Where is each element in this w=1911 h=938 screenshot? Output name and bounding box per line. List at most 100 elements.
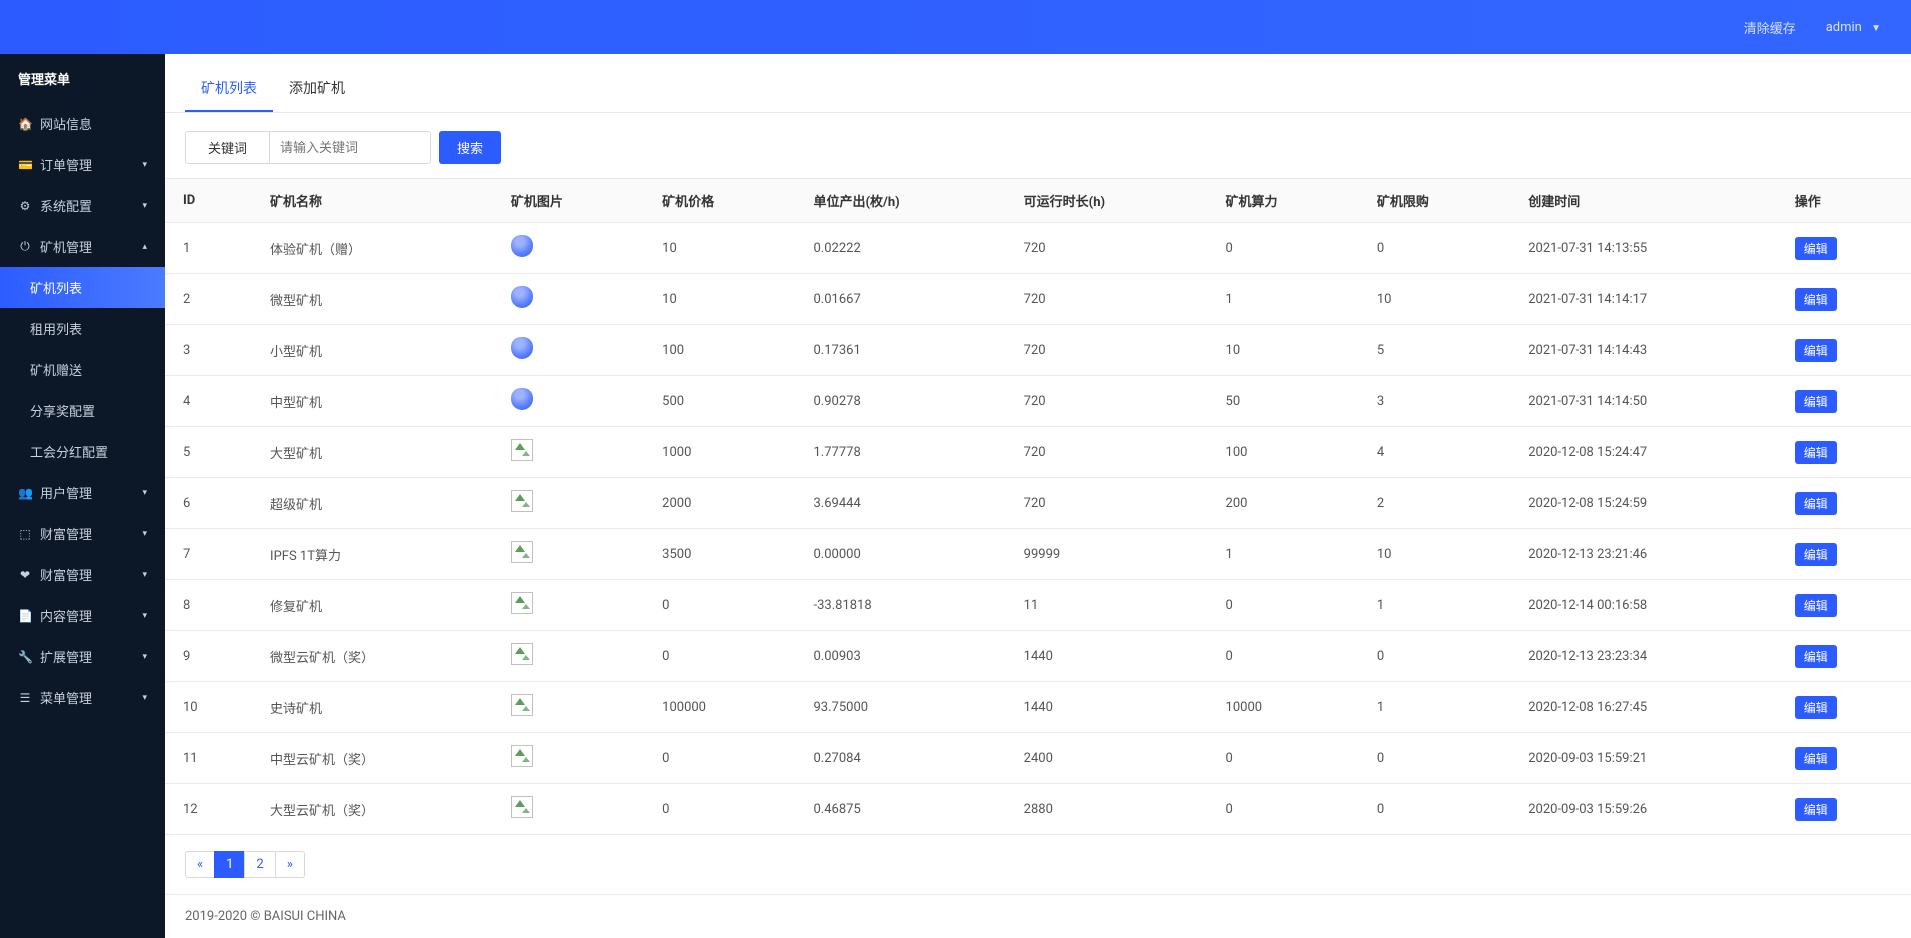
sidebar-item[interactable]: ☰菜单管理▾ <box>0 677 165 718</box>
chevron-icon: ▾ <box>142 570 147 580</box>
sidebar-item[interactable]: ⚙系统配置▾ <box>0 185 165 226</box>
sidebar-item-label: 财富管理 <box>40 524 92 543</box>
cell-output: 0.00903 <box>796 631 1006 682</box>
cell-action: 编辑 <box>1777 427 1911 478</box>
edit-button[interactable]: 编辑 <box>1795 543 1837 566</box>
sidebar-item[interactable]: 👥用户管理▾ <box>0 472 165 513</box>
sidebar-subitem[interactable]: 租用列表 <box>0 308 165 349</box>
table-header: 单位产出(枚/h) <box>796 179 1006 223</box>
cell-price: 10 <box>644 274 795 325</box>
sidebar-subitem[interactable]: 矿机列表 <box>0 267 165 308</box>
search-addon: 关键词 <box>186 132 270 163</box>
miner-image-icon <box>511 745 533 767</box>
tab[interactable]: 添加矿机 <box>273 66 361 112</box>
cell-runtime: 99999 <box>1006 529 1208 580</box>
miner-table: ID矿机名称矿机图片矿机价格单位产出(枚/h)可运行时长(h)矿机算力矿机限购创… <box>165 178 1911 835</box>
cell-price: 100000 <box>644 682 795 733</box>
edit-button[interactable]: 编辑 <box>1795 798 1837 821</box>
edit-button[interactable]: 编辑 <box>1795 390 1837 413</box>
cell-name: 微型云矿机（奖） <box>252 631 493 682</box>
table-row: 10 史诗矿机 100000 93.75000 1440 10000 1 202… <box>165 682 1911 733</box>
cell-created: 2020-12-13 23:21:46 <box>1510 529 1777 580</box>
user-menu[interactable]: admin ▼ <box>1826 20 1881 35</box>
table-header: 矿机限购 <box>1359 179 1510 223</box>
sidebar-item[interactable]: 📄内容管理▾ <box>0 595 165 636</box>
cell-name: 中型云矿机（奖） <box>252 733 493 784</box>
cell-name: 修复矿机 <box>252 580 493 631</box>
cell-action: 编辑 <box>1777 682 1911 733</box>
cell-output: 0.27084 <box>796 733 1006 784</box>
table-row: 2 微型矿机 10 0.01667 720 1 10 2021-07-31 14… <box>165 274 1911 325</box>
sidebar-subitem-label: 工会分红配置 <box>30 442 108 461</box>
cell-runtime: 1440 <box>1006 682 1208 733</box>
cell-image <box>493 580 644 631</box>
cell-name: 体验矿机（赠） <box>252 223 493 274</box>
sidebar-item[interactable]: ⬚财富管理▾ <box>0 513 165 554</box>
chevron-icon: ▾ <box>142 652 147 662</box>
sidebar-icon: 🏠 <box>18 117 32 131</box>
cell-id: 11 <box>165 733 252 784</box>
edit-button[interactable]: 编辑 <box>1795 645 1837 668</box>
sidebar-item[interactable]: ⏻矿机管理▴ <box>0 226 165 267</box>
miner-image-icon <box>511 286 533 308</box>
search-button[interactable]: 搜索 <box>439 131 501 164</box>
edit-button[interactable]: 编辑 <box>1795 594 1837 617</box>
page-next[interactable]: » <box>275 851 305 878</box>
main-content: 矿机列表添加矿机 关键词 搜索 ID矿机名称矿机图片矿机价格单位产出(枚/h)可… <box>165 54 1911 938</box>
sidebar-item[interactable]: 💳订单管理▾ <box>0 144 165 185</box>
sidebar-icon: ⚙ <box>18 199 32 213</box>
sidebar-subitem-label: 分享奖配置 <box>30 401 95 420</box>
cell-output: 3.69444 <box>796 478 1006 529</box>
cell-power: 0 <box>1208 223 1359 274</box>
cell-id: 9 <box>165 631 252 682</box>
edit-button[interactable]: 编辑 <box>1795 696 1837 719</box>
tab[interactable]: 矿机列表 <box>185 66 273 112</box>
sidebar-subitem[interactable]: 分享奖配置 <box>0 390 165 431</box>
page-number[interactable]: 2 <box>244 851 275 878</box>
search-input[interactable] <box>270 132 430 163</box>
miner-image-icon <box>511 490 533 512</box>
miner-image-icon <box>511 796 533 818</box>
clear-cache-link[interactable]: 清除缓存 <box>1744 18 1796 37</box>
cell-action: 编辑 <box>1777 376 1911 427</box>
cell-created: 2020-12-08 16:27:45 <box>1510 682 1777 733</box>
table-row: 1 体验矿机（赠） 10 0.02222 720 0 0 2021-07-31 … <box>165 223 1911 274</box>
sidebar-item-label: 扩展管理 <box>40 647 92 666</box>
cell-created: 2021-07-31 14:13:55 <box>1510 223 1777 274</box>
table-row: 11 中型云矿机（奖） 0 0.27084 2400 0 0 2020-09-0… <box>165 733 1911 784</box>
table-header: 矿机价格 <box>644 179 795 223</box>
cell-id: 8 <box>165 580 252 631</box>
sidebar-item[interactable]: 🔧扩展管理▾ <box>0 636 165 677</box>
sidebar-item[interactable]: 🏠网站信息 <box>0 103 165 144</box>
page-prev[interactable]: « <box>185 851 215 878</box>
edit-button[interactable]: 编辑 <box>1795 237 1837 260</box>
edit-button[interactable]: 编辑 <box>1795 492 1837 515</box>
cell-price: 10 <box>644 223 795 274</box>
cell-limit: 0 <box>1359 631 1510 682</box>
edit-button[interactable]: 编辑 <box>1795 441 1837 464</box>
table-row: 5 大型矿机 1000 1.77778 720 100 4 2020-12-08… <box>165 427 1911 478</box>
cell-runtime: 720 <box>1006 376 1208 427</box>
chevron-icon: ▾ <box>142 529 147 539</box>
page-number[interactable]: 1 <box>214 851 245 878</box>
sidebar-item[interactable]: ❤财富管理▾ <box>0 554 165 595</box>
cell-action: 编辑 <box>1777 784 1911 835</box>
edit-button[interactable]: 编辑 <box>1795 288 1837 311</box>
cell-image <box>493 427 644 478</box>
cell-limit: 10 <box>1359 529 1510 580</box>
table-row: 9 微型云矿机（奖） 0 0.00903 1440 0 0 2020-12-13… <box>165 631 1911 682</box>
edit-button[interactable]: 编辑 <box>1795 747 1837 770</box>
cell-id: 3 <box>165 325 252 376</box>
cell-created: 2021-07-31 14:14:43 <box>1510 325 1777 376</box>
edit-button[interactable]: 编辑 <box>1795 339 1837 362</box>
cell-image <box>493 784 644 835</box>
sidebar-subitem[interactable]: 矿机赠送 <box>0 349 165 390</box>
cell-name: 中型矿机 <box>252 376 493 427</box>
cell-runtime: 720 <box>1006 325 1208 376</box>
cell-power: 50 <box>1208 376 1359 427</box>
cell-image <box>493 631 644 682</box>
sidebar-subitem[interactable]: 工会分红配置 <box>0 431 165 472</box>
cell-runtime: 720 <box>1006 478 1208 529</box>
cell-output: 0.90278 <box>796 376 1006 427</box>
cell-image <box>493 682 644 733</box>
